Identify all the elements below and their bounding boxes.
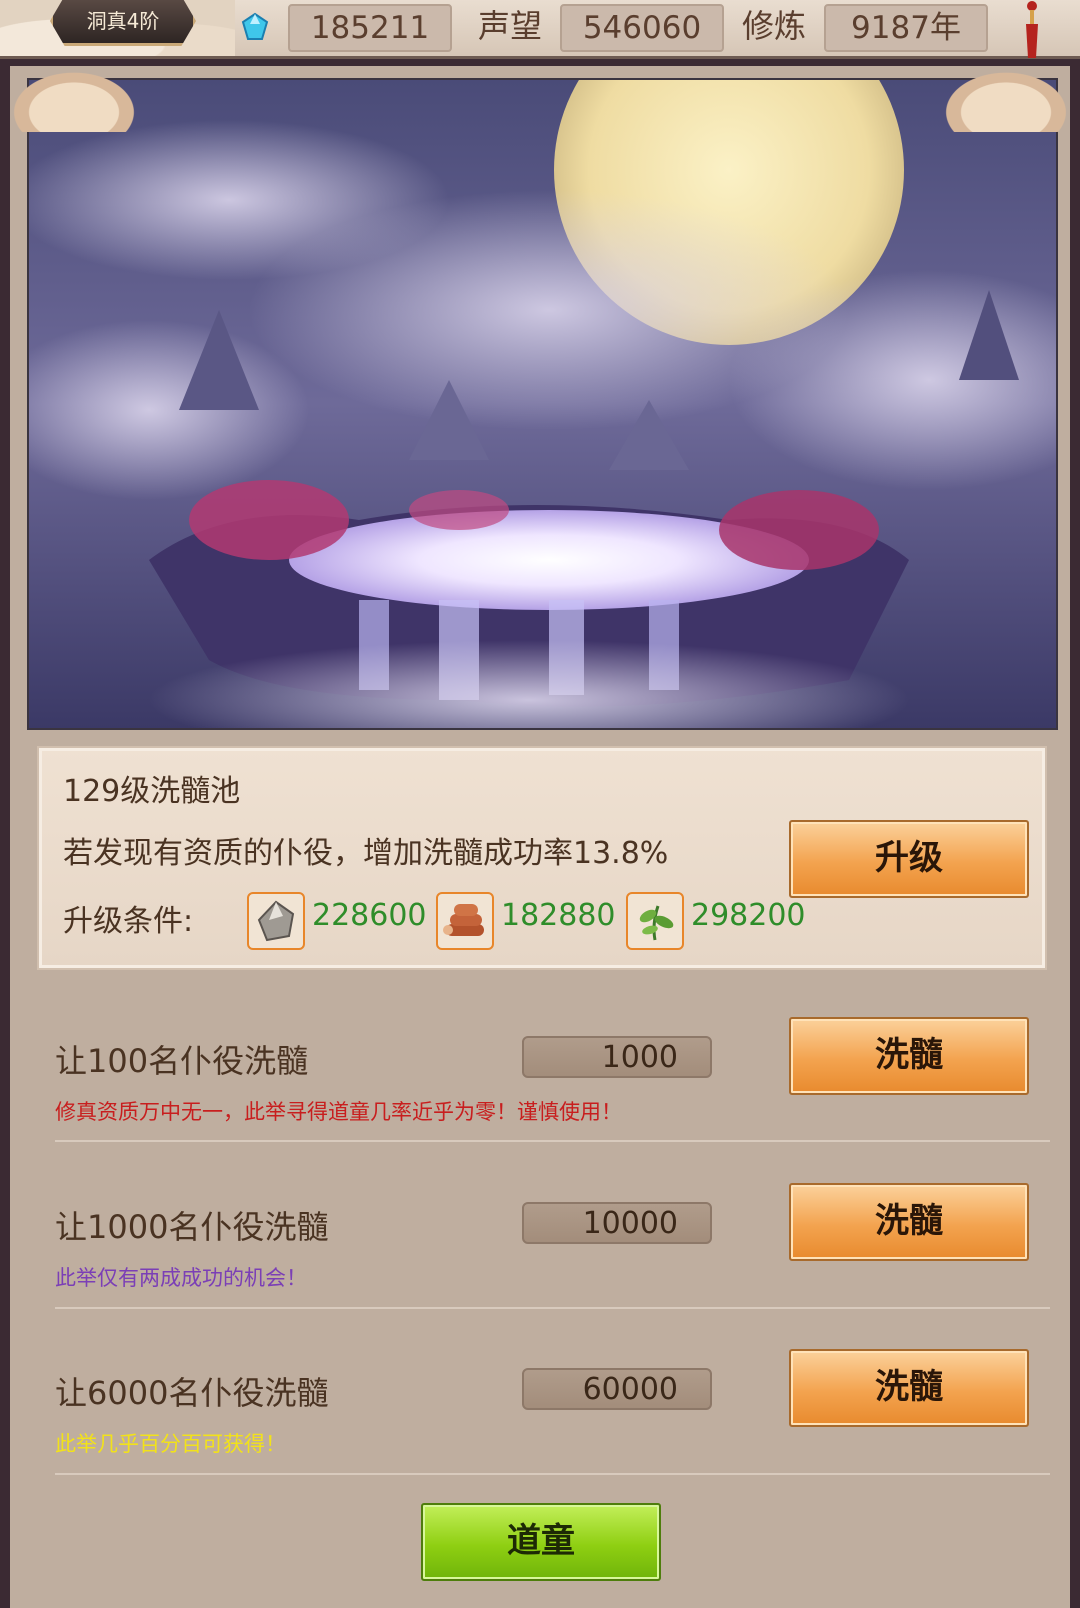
requirements-label: 升级条件: [63, 904, 194, 939]
reputation-label: 声望 [478, 7, 543, 45]
gem-icon [241, 12, 269, 40]
wash-button[interactable]: 洗髓 [789, 1349, 1029, 1427]
scene-illustration [29, 80, 1056, 728]
wash-cost: 10000 [522, 1202, 712, 1244]
corner-cloud-right [936, 66, 1076, 132]
wash-row-label: 让1000名仆役洗髓 [55, 1208, 329, 1246]
wash-note: 此举仅有两成成功的机会！ [55, 1266, 307, 1290]
herb-requirement: 298200 [691, 898, 806, 933]
wood-icon[interactable] [436, 892, 494, 950]
wash-button[interactable]: 洗髓 [789, 1017, 1029, 1095]
wash-cost: 1000 [522, 1036, 712, 1078]
daotong-button[interactable]: 道童 [421, 1503, 661, 1581]
tassel-icon [1026, 1, 1038, 58]
pool-title: 129级洗髓池 [63, 774, 241, 809]
wash-cost: 60000 [522, 1368, 712, 1410]
pool-info-card: 129级洗髓池 若发现有资质的仆役，增加洗髓成功率13.8% 升级条件: 228… [37, 746, 1047, 970]
wash-button[interactable]: 洗髓 [789, 1183, 1029, 1261]
wash-note: 此举几乎百分百可获得！ [55, 1432, 286, 1456]
wash-warning: 修真资质万中无一，此举寻得道童几率近乎为零！谨慎使用！ [55, 1100, 622, 1124]
ore-requirement: 228600 [312, 898, 427, 933]
row-divider [55, 1473, 1050, 1475]
wash-row-label: 让6000名仆役洗髓 [55, 1374, 329, 1412]
wash-row-label: 让100名仆役洗髓 [55, 1042, 309, 1080]
marrow-pool-scene [27, 78, 1058, 730]
upgrade-button[interactable]: 升级 [789, 820, 1029, 898]
row-divider [55, 1307, 1050, 1309]
herb-icon[interactable] [626, 892, 684, 950]
wood-requirement: 182880 [501, 898, 616, 933]
gem-count: 185211 [288, 4, 452, 52]
pool-description: 若发现有资质的仆役，增加洗髓成功率13.8% [63, 836, 669, 871]
corner-cloud-left [4, 66, 144, 132]
cultivation-label: 修炼 [742, 7, 807, 45]
rank-badge[interactable]: 洞真4阶 [50, 0, 196, 46]
reputation-value: 546060 [560, 4, 724, 52]
ore-icon[interactable] [247, 892, 305, 950]
cultivation-value: 9187年 [824, 4, 988, 52]
resource-bar: 洞真4阶 185211 声望 546060 修炼 9187年 [0, 0, 1080, 59]
row-divider [55, 1140, 1050, 1142]
